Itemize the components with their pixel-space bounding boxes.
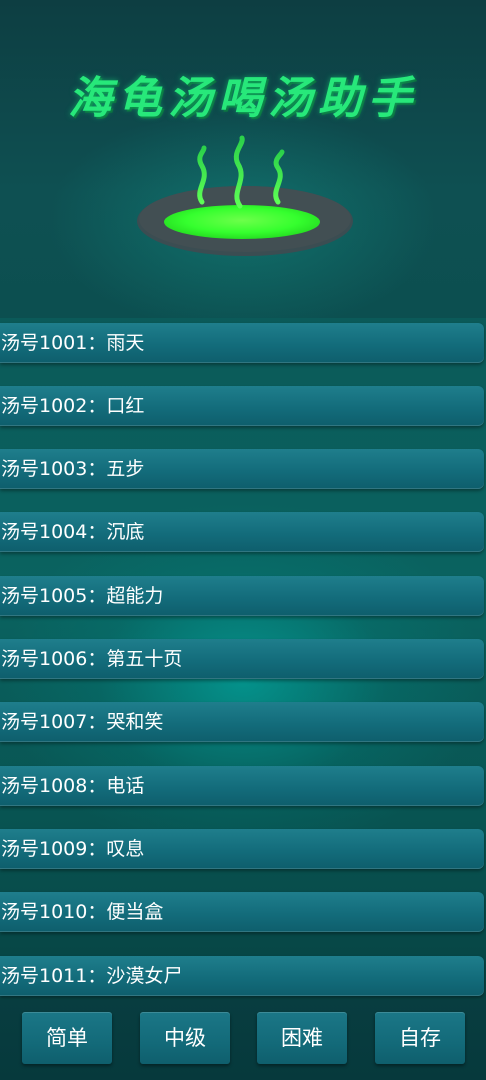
soup-number: 汤号1010： (1, 901, 107, 923)
soup-title: 电话 (106, 775, 145, 797)
soup-number: 汤号1007： (1, 711, 107, 733)
soup-title: 便当盒 (106, 901, 164, 923)
saved-button[interactable]: 自存 (375, 1012, 465, 1064)
soup-number: 汤号1004： (1, 521, 107, 543)
soup-item[interactable]: 汤号1001：雨天 (0, 323, 484, 363)
soup-item[interactable]: 汤号1003：五步 (0, 449, 484, 489)
soup-item[interactable]: 汤号1010：便当盒 (0, 892, 484, 932)
soup-item[interactable]: 汤号1004：沉底 (0, 512, 484, 552)
soup-number: 汤号1001： (1, 332, 107, 354)
soup-item[interactable]: 汤号1009：叹息 (0, 829, 484, 869)
soup-number: 汤号1008： (1, 775, 107, 797)
soup-title: 叹息 (106, 838, 145, 860)
soup-pot-icon (137, 135, 353, 256)
easy-button[interactable]: 简单 (22, 1012, 112, 1064)
soup-title: 口红 (106, 395, 145, 417)
soup-title: 沉底 (106, 521, 145, 543)
page-title: 海龟汤喝汤助手 (68, 73, 418, 124)
soup-item[interactable]: 汤号1008：电话 (0, 766, 484, 806)
soup-item[interactable]: 汤号1006：第五十页 (0, 639, 484, 679)
soup-number: 汤号1011： (1, 965, 107, 987)
soup-number: 汤号1009： (1, 838, 107, 860)
header: 海龟汤喝汤助手 (0, 0, 486, 318)
soup-title: 雨天 (106, 332, 145, 354)
medium-button[interactable]: 中级 (140, 1012, 230, 1064)
soup-number: 汤号1002： (1, 395, 107, 417)
soup-title: 哭和笑 (106, 711, 164, 733)
soup-number: 汤号1005： (1, 585, 107, 607)
soup-number: 汤号1003： (1, 458, 107, 480)
soup-item[interactable]: 汤号1002：口红 (0, 386, 484, 426)
hard-button[interactable]: 困难 (257, 1012, 347, 1064)
soup-title: 沙漠女尸 (106, 965, 183, 987)
soup-title: 五步 (106, 458, 145, 480)
soup-title: 第五十页 (106, 648, 183, 670)
difficulty-bar: 简单 中级 困难 自存 (0, 1000, 486, 1080)
soup-title: 超能力 (106, 585, 164, 607)
soup-item[interactable]: 汤号1011：沙漠女尸 (0, 956, 484, 996)
soup-number: 汤号1006： (1, 648, 107, 670)
soup-item[interactable]: 汤号1005：超能力 (0, 576, 484, 616)
soup-item[interactable]: 汤号1007：哭和笑 (0, 702, 484, 742)
app-screen: 海龟汤喝汤助手 汤号1001：雨天 汤号1002：口红 汤号1003：五步 汤号… (0, 0, 486, 1080)
